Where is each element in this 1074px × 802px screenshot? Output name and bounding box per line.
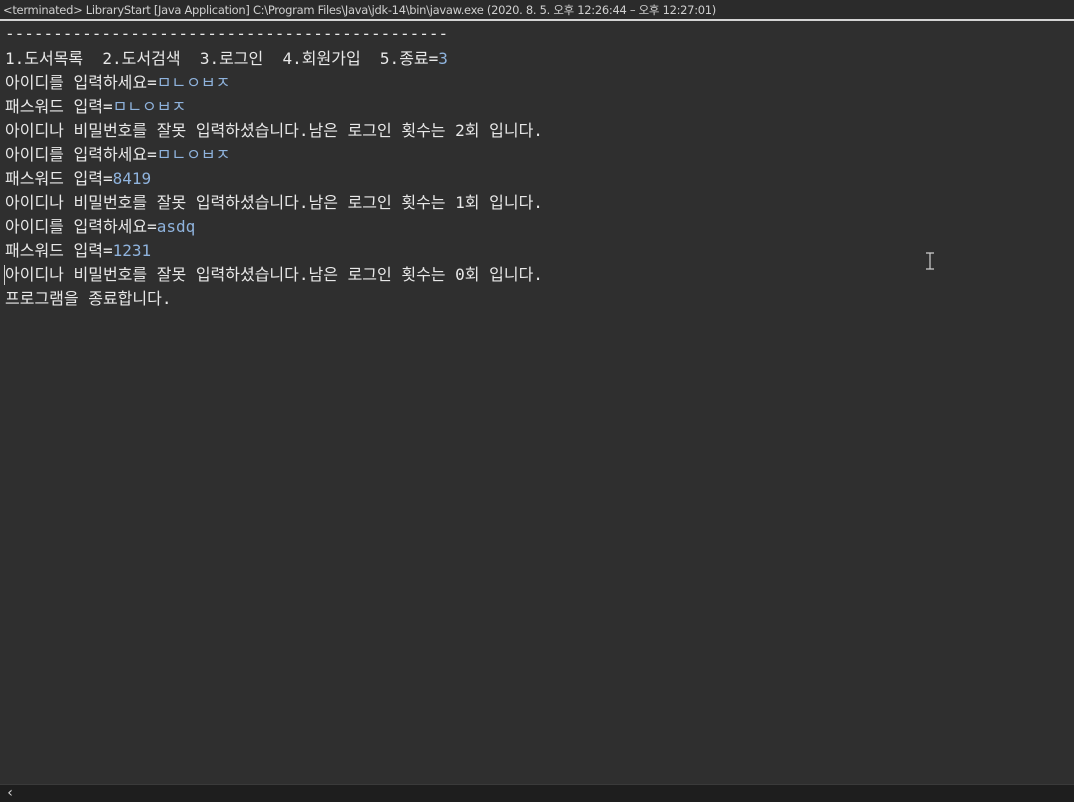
- console-line: 패스워드 입력=1231: [5, 239, 151, 263]
- output-text: 아이디나 비밀번호를 잘못 입력하셨습니다.남은 로그인 횟수는 0회 입니다.: [5, 265, 543, 284]
- text-caret: [4, 265, 5, 285]
- console-window: <terminated> LibraryStart [Java Applicat…: [0, 0, 1074, 802]
- console-line: 패스워드 입력=ㅁㄴㅇㅂㅈ: [5, 95, 186, 119]
- ibeam-cursor-icon: [926, 252, 934, 270]
- output-text: 아이디나 비밀번호를 잘못 입력하셨습니다.남은 로그인 횟수는 1회 입니다.: [5, 193, 543, 212]
- console-title: <terminated> LibraryStart [Java Applicat…: [3, 3, 716, 17]
- user-input-text: 8419: [112, 169, 152, 188]
- output-text: 아이디를 입력하세요=: [5, 145, 157, 164]
- user-input-text: asdq: [156, 217, 196, 236]
- user-input-text: ㅁㄴㅇㅂㅈ: [156, 145, 231, 164]
- console-line: 아이디를 입력하세요=ㅁㄴㅇㅂㅈ: [5, 143, 230, 167]
- output-text: 패스워드 입력=: [5, 169, 113, 188]
- console-line: 패스워드 입력=8419: [5, 167, 151, 191]
- output-text: 프로그램을 종료합니다.: [5, 289, 172, 308]
- output-text: 1.도서목록 2.도서검색 3.로그인 4.회원가입 5.종료=: [5, 49, 439, 68]
- separator-line: ----------------------------------------…: [5, 24, 449, 43]
- console-line: 프로그램을 종료합니다.: [5, 287, 171, 311]
- console-line: 아이디를 입력하세요=ㅁㄴㅇㅂㅈ: [5, 71, 230, 95]
- horizontal-scrollbar[interactable]: ‹: [0, 784, 1074, 802]
- console-line: 1.도서목록 2.도서검색 3.로그인 4.회원가입 5.종료=3: [5, 47, 448, 71]
- user-input-text: 3: [438, 49, 448, 68]
- output-text: 아이디나 비밀번호를 잘못 입력하셨습니다.남은 로그인 횟수는 2회 입니다.: [5, 121, 543, 140]
- user-input-text: ㅁㄴㅇㅂㅈ: [112, 97, 187, 116]
- user-input-text: ㅁㄴㅇㅂㅈ: [156, 73, 231, 92]
- output-text: 패스워드 입력=: [5, 241, 113, 260]
- console-title-bar: <terminated> LibraryStart [Java Applicat…: [0, 0, 1074, 21]
- output-text: 아이디를 입력하세요=: [5, 73, 157, 92]
- console-line: 아이디나 비밀번호를 잘못 입력하셨습니다.남은 로그인 횟수는 1회 입니다.: [5, 191, 543, 215]
- output-text: 아이디를 입력하세요=: [5, 217, 157, 236]
- output-text: 패스워드 입력=: [5, 97, 113, 116]
- console-line: 아이디나 비밀번호를 잘못 입력하셨습니다.남은 로그인 횟수는 2회 입니다.: [5, 119, 543, 143]
- console-line: 아이디를 입력하세요=asdq: [5, 215, 195, 239]
- console-output[interactable]: ----------------------------------------…: [0, 21, 1074, 784]
- console-line: 아이디나 비밀번호를 잘못 입력하셨습니다.남은 로그인 횟수는 0회 입니다.: [5, 263, 543, 287]
- chevron-left-icon[interactable]: ‹: [3, 786, 17, 801]
- user-input-text: 1231: [112, 241, 152, 260]
